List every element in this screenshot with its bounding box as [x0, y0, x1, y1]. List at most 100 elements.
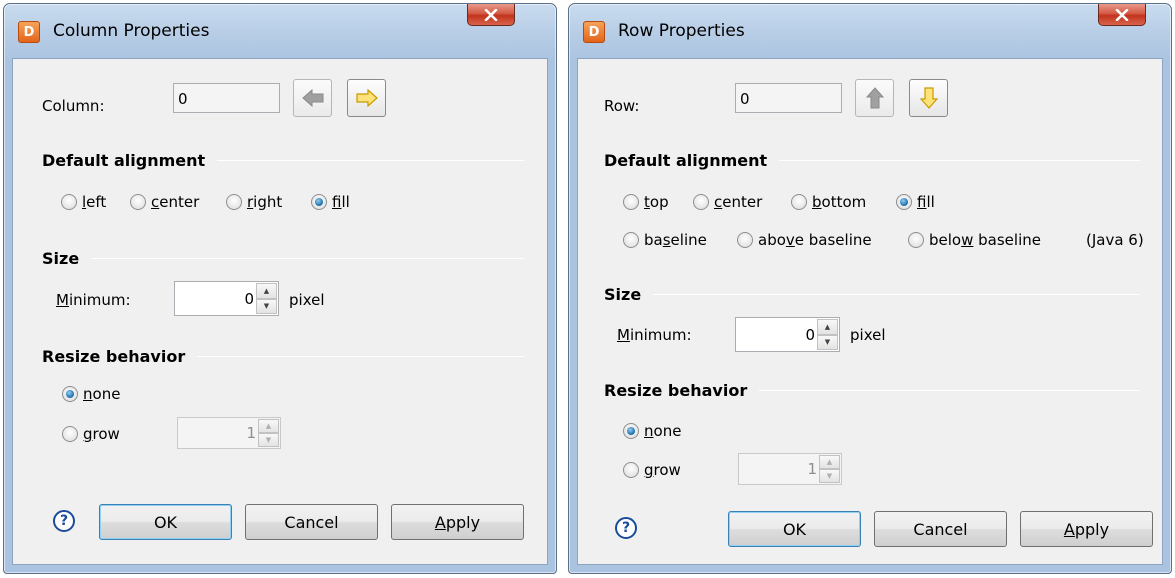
spinner-arrows[interactable]: ▲ ▼	[817, 319, 838, 350]
default-alignment-section: Default alignment	[42, 151, 524, 170]
previous-column-button[interactable]	[293, 79, 332, 117]
spinner-value: 1	[807, 460, 817, 478]
ok-button[interactable]: OK	[99, 504, 232, 540]
increment-icon[interactable]: ▲	[256, 283, 277, 299]
resize-none-radio[interactable]: none	[62, 385, 120, 403]
divider	[759, 390, 1140, 391]
divider	[197, 356, 524, 357]
ok-button[interactable]: OK	[728, 511, 861, 547]
radio-checked-icon	[311, 194, 327, 210]
align-fill-radio[interactable]: fill	[896, 193, 935, 211]
java-version-note: (Java 6)	[1086, 231, 1144, 249]
increment-icon[interactable]: ▲	[258, 419, 279, 433]
spinner-value: 0	[244, 290, 254, 308]
cancel-button[interactable]: Cancel	[874, 511, 1007, 547]
dialog-body: Row: 0 Default alignment top center bott…	[577, 58, 1163, 565]
grow-weight-spinner[interactable]: 1 ▲ ▼	[738, 453, 842, 485]
radio-label: grow	[83, 425, 120, 443]
spinner-value: 1	[246, 424, 256, 442]
next-row-button[interactable]	[909, 79, 948, 117]
radio-unchecked-icon	[791, 194, 807, 210]
column-label: Column:	[42, 97, 105, 115]
align-below-baseline-radio[interactable]: below baseline	[908, 231, 1041, 249]
divider	[653, 294, 1140, 295]
align-center-radio[interactable]: center	[130, 193, 199, 211]
increment-icon[interactable]: ▲	[817, 319, 838, 335]
apply-button[interactable]: Apply	[391, 504, 524, 540]
radio-unchecked-icon	[226, 194, 242, 210]
radio-label: below baseline	[929, 231, 1041, 249]
decrement-icon[interactable]: ▼	[256, 298, 277, 314]
align-right-radio[interactable]: right	[226, 193, 282, 211]
radio-unchecked-icon	[623, 232, 639, 248]
radio-unchecked-icon	[737, 232, 753, 248]
radio-unchecked-icon	[62, 426, 78, 442]
spinner-arrows[interactable]: ▲ ▼	[256, 283, 277, 314]
align-baseline-radio[interactable]: baseline	[623, 231, 707, 249]
previous-row-button[interactable]	[855, 79, 894, 117]
align-above-baseline-radio[interactable]: above baseline	[737, 231, 872, 249]
next-column-button[interactable]	[347, 79, 386, 117]
minimum-label: Minimum:	[617, 326, 692, 344]
help-icon[interactable]: ?	[53, 510, 75, 532]
radio-label: none	[83, 385, 121, 403]
radio-label: baseline	[644, 231, 707, 249]
radio-label: fill	[332, 193, 350, 211]
dialog-body: Column: 0 Default alignment left center ri…	[12, 58, 548, 565]
arrow-right-icon	[355, 89, 378, 107]
app-logo-icon: D	[18, 21, 40, 43]
arrow-down-icon	[919, 87, 938, 109]
radio-unchecked-icon	[908, 232, 924, 248]
resize-grow-radio[interactable]: grow	[62, 425, 120, 443]
divider	[217, 160, 524, 161]
resize-none-radio[interactable]: none	[623, 422, 681, 440]
row-label: Row:	[604, 97, 640, 115]
column-index-field[interactable]: 0	[173, 83, 280, 113]
resize-behavior-section: Resize behavior	[604, 381, 1140, 400]
spinner-arrows[interactable]: ▲ ▼	[819, 455, 840, 483]
close-icon	[1115, 8, 1129, 21]
align-left-radio[interactable]: left	[61, 193, 106, 211]
decrement-icon[interactable]: ▼	[817, 334, 838, 350]
minimum-label: Minimum:	[56, 291, 131, 309]
decrement-icon[interactable]: ▼	[819, 469, 840, 483]
spinner-value: 0	[805, 326, 815, 344]
radio-label: grow	[644, 461, 681, 479]
radio-label: fill	[917, 193, 935, 211]
radio-unchecked-icon	[61, 194, 77, 210]
radio-label: right	[247, 193, 283, 211]
minimum-size-spinner[interactable]: 0 ▲ ▼	[174, 281, 279, 316]
increment-icon[interactable]: ▲	[819, 455, 840, 469]
cancel-button[interactable]: Cancel	[245, 504, 378, 540]
spinner-arrows[interactable]: ▲ ▼	[258, 419, 279, 447]
decrement-icon[interactable]: ▼	[258, 433, 279, 447]
default-alignment-section: Default alignment	[604, 151, 1140, 170]
resize-grow-radio[interactable]: grow	[623, 461, 681, 479]
size-section: Size	[604, 285, 1140, 304]
section-title: Default alignment	[42, 151, 206, 170]
close-icon	[484, 8, 498, 21]
radio-label: center	[714, 193, 763, 211]
grow-weight-spinner[interactable]: 1 ▲ ▼	[177, 417, 281, 449]
arrow-up-icon	[865, 87, 884, 109]
align-fill-radio[interactable]: fill	[311, 193, 350, 211]
align-bottom-radio[interactable]: bottom	[791, 193, 866, 211]
minimum-size-spinner[interactable]: 0 ▲ ▼	[735, 317, 840, 352]
window-title: Row Properties	[618, 21, 745, 41]
row-index-field[interactable]: 0	[735, 83, 842, 113]
radio-label: above baseline	[758, 231, 872, 249]
section-title: Size	[604, 285, 642, 304]
row-properties-window: D Row Properties Row: 0 Default alignmen…	[568, 3, 1172, 574]
help-icon[interactable]: ?	[615, 517, 637, 539]
close-button[interactable]	[467, 4, 515, 26]
unit-label: pixel	[850, 326, 886, 344]
close-button[interactable]	[1098, 4, 1146, 26]
apply-button[interactable]: Apply	[1020, 511, 1153, 547]
resize-behavior-section: Resize behavior	[42, 347, 524, 366]
align-center-radio[interactable]: center	[693, 193, 762, 211]
align-top-radio[interactable]: top	[623, 193, 669, 211]
radio-unchecked-icon	[623, 462, 639, 478]
section-title: Resize behavior	[604, 381, 748, 400]
radio-checked-icon	[62, 386, 78, 402]
title-bar[interactable]: D Row Properties	[569, 4, 1171, 58]
